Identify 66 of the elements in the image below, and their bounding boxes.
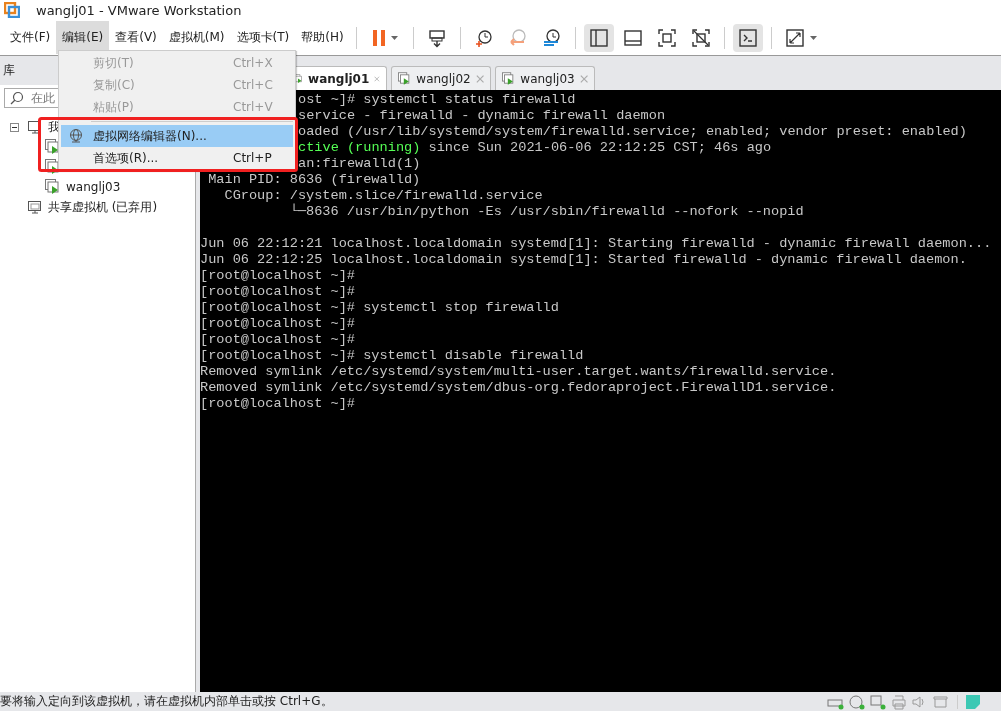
vm-icon (45, 139, 61, 155)
terminal-text: [root@localhost ~]# systemctl disable firewalld (200, 348, 584, 363)
terminal-text: ctive (running) (298, 140, 421, 155)
search-icon (10, 91, 24, 105)
terminal-text: ost ~]# systemctl status firewalld (298, 92, 576, 107)
snapshot-manager-icon (541, 27, 562, 48)
terminal-text: [root@localhost ~]# (200, 316, 355, 331)
menu-entry[interactable]: 虚拟网络编辑器(N)... (61, 125, 293, 147)
terminal-text: since Sun 2021-06-06 22:12:25 CST; 46s ago (427, 140, 772, 155)
terminal-text: service - firewalld - dynamic firewall daemon (298, 108, 666, 123)
vm-tab[interactable]: wanglj03 (495, 66, 595, 90)
library-view-icon (588, 27, 609, 48)
globe-icon (68, 128, 84, 144)
thumbnail-view-icon (622, 27, 643, 48)
tab-label: wanglj01 (308, 71, 370, 86)
terminal-text: Main PID: 8636 (firewalld) (207, 172, 421, 187)
network-icon[interactable] (869, 693, 887, 710)
shared-computer-icon (27, 199, 43, 215)
send-keys-icon (426, 27, 447, 48)
terminal-text: oaded (/usr/lib/systemd/system/firewalld.service; enabled; vendor preset: enabled) (298, 124, 967, 139)
menu-item[interactable]: 帮助(H) (295, 21, 350, 54)
menu-item[interactable]: 虚拟机(M) (162, 21, 231, 54)
menu-item[interactable]: 选项卡(T) (230, 21, 296, 54)
revert-snapshot-icon (507, 27, 528, 48)
terminal-text: Removed symlink /etc/systemd/system/dbus-org.fedoraproject.FirewallD1.service. (200, 380, 837, 395)
terminal-text: └─8636 /usr/bin/python -Es /usr/sbin/firewalld --nofork --nopid (288, 204, 804, 219)
menu-item[interactable]: 文件(F) (4, 21, 57, 54)
printer-icon[interactable] (890, 693, 908, 710)
menu-entry[interactable]: 首选项(R)... Ctrl+P (61, 147, 293, 169)
terminal-text: [root@localhost ~]# (200, 332, 355, 347)
terminal-text: [root@localhost ~]# systemctl stop firewalld (200, 300, 559, 315)
menu-item[interactable]: 查看(V) (109, 21, 163, 54)
tree-item[interactable]: 共享虚拟机 (已弃用) (48, 198, 158, 216)
window-title: wanglj01 - VMware Workstation (36, 2, 242, 18)
unity-view-icon (690, 27, 711, 48)
collapse-icon[interactable] (10, 122, 22, 132)
close-icon[interactable] (475, 73, 484, 84)
terminal-text: [root@localhost ~]# (200, 396, 355, 411)
close-icon[interactable] (579, 73, 588, 84)
note-icon[interactable] (965, 693, 981, 710)
display-icon[interactable] (932, 693, 950, 710)
tab-label: wanglj02 (416, 71, 471, 86)
vm-icon (45, 179, 61, 195)
close-icon[interactable] (374, 73, 380, 84)
terminal-text: [root@localhost ~]# (200, 284, 355, 299)
console-view-button[interactable] (732, 23, 763, 52)
status-message: 要将输入定向到该虚拟机，请在虚拟机内部单击或按 Ctrl+G。 (0, 693, 333, 710)
stretch-icon (784, 27, 819, 48)
full-screen-icon (656, 27, 677, 48)
terminal-text: [root@localhost ~]# (200, 268, 355, 283)
snapshot-icon (473, 27, 494, 48)
tab-label: wanglj03 (520, 71, 575, 86)
vm-icon (502, 70, 516, 87)
terminal-text: an:firewalld(1) (298, 156, 421, 171)
vm-tab[interactable]: wanglj02 (391, 66, 491, 90)
terminal-text: Removed symlink /etc/systemd/system/multi-user.target.wants/firewalld.service. (200, 364, 837, 379)
app-logo-icon (4, 2, 20, 18)
cd-drive-icon[interactable] (848, 693, 866, 710)
terminal-text: Jun 06 22:12:25 localhost.localdomain systemd[1]: Started firewalld - dynamic firewall daemon. (200, 252, 967, 267)
tree-item[interactable]: wanglj03 (66, 180, 121, 194)
vm-icon (45, 159, 61, 175)
terminal-text: Jun 06 22:12:21 localhost.localdomain systemd[1]: Starting firewalld - dynamic firewall daemon... (200, 236, 992, 251)
vm-icon (398, 70, 412, 87)
console-view-icon (737, 27, 758, 48)
terminal-text: CGroup: /system.slice/firewalld.service (223, 188, 543, 203)
library-view-button[interactable] (583, 23, 614, 52)
